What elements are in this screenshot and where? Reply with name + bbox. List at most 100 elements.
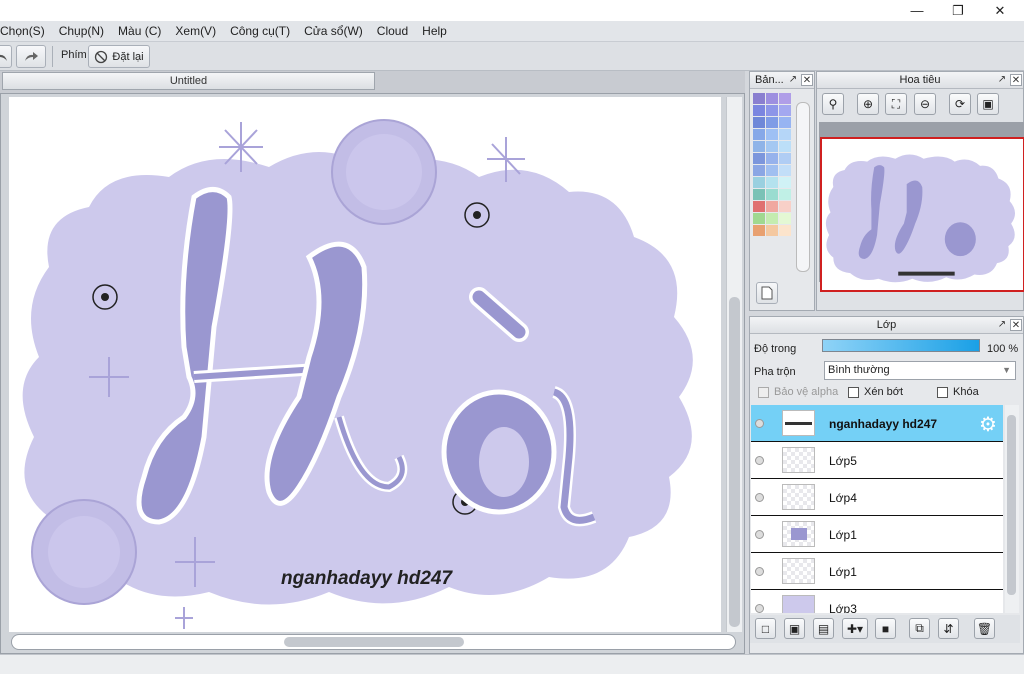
color-swatch[interactable]	[779, 93, 791, 104]
layer-row[interactable]: nganhadayy hd247 ⚙	[751, 405, 1003, 442]
color-swatch[interactable]	[766, 177, 778, 188]
color-swatch[interactable]	[766, 141, 778, 152]
fit-button[interactable]: ⛶	[885, 93, 907, 115]
color-swatch[interactable]	[779, 189, 791, 200]
new-palette-button[interactable]	[756, 282, 778, 304]
zoom-out-button[interactable]: ⊖	[914, 93, 936, 115]
lock-checkbox[interactable]: Khóa	[937, 386, 979, 398]
color-swatch[interactable]	[766, 201, 778, 212]
menu-view[interactable]: Xem(V)	[168, 24, 223, 38]
delete-layer-button[interactable]: 🗑	[974, 618, 995, 639]
opacity-slider[interactable]	[822, 339, 980, 352]
color-swatch[interactable]	[753, 117, 765, 128]
visibility-icon[interactable]	[755, 604, 764, 613]
color-swatch[interactable]	[766, 165, 778, 176]
layer-list-scrollbar[interactable]	[1005, 405, 1019, 613]
rotate-button[interactable]: ⟳	[949, 93, 971, 115]
menu-tools[interactable]: Công cụ(T)	[223, 24, 297, 38]
color-swatch[interactable]	[779, 165, 791, 176]
close-panel-icon[interactable]: ✕	[1010, 74, 1022, 86]
visibility-icon[interactable]	[755, 530, 764, 539]
new-vector-layer-button[interactable]: ▣	[784, 618, 805, 639]
color-swatch[interactable]	[766, 129, 778, 140]
color-swatch[interactable]	[753, 225, 765, 236]
layer-row[interactable]: Lớp3	[751, 590, 1003, 613]
color-swatch[interactable]	[766, 225, 778, 236]
undo-button[interactable]	[0, 45, 12, 68]
visibility-icon[interactable]	[755, 567, 764, 576]
scroll-thumb[interactable]	[284, 637, 464, 647]
blend-mode-select[interactable]: Bình thường ▼	[824, 361, 1016, 380]
color-swatch[interactable]	[753, 165, 765, 176]
canvas[interactable]: nganhadayy hd247	[9, 97, 721, 632]
color-swatch[interactable]	[753, 93, 765, 104]
color-swatch[interactable]	[779, 117, 791, 128]
color-swatch[interactable]	[779, 201, 791, 212]
navigator-view[interactable]	[819, 122, 1024, 292]
layer-row[interactable]: Lớp1	[751, 516, 1003, 553]
visibility-icon[interactable]	[755, 456, 764, 465]
color-swatch[interactable]	[753, 105, 765, 116]
new-layer-button[interactable]: □	[755, 618, 776, 639]
color-swatch[interactable]	[753, 153, 765, 164]
clipping-checkbox[interactable]: Xén bớt	[848, 386, 903, 398]
canvas-vertical-scrollbar[interactable]	[726, 97, 742, 632]
color-swatch[interactable]	[766, 117, 778, 128]
layer-row[interactable]: Lớp5	[751, 442, 1003, 479]
color-swatch[interactable]	[753, 177, 765, 188]
protect-alpha-checkbox[interactable]: Bảo vệ alpha	[758, 386, 838, 398]
restore-icon[interactable]: ❐	[938, 0, 978, 21]
color-swatch[interactable]	[766, 153, 778, 164]
menu-window[interactable]: Cửa sổ(W)	[297, 24, 370, 38]
add-layer-menu-button[interactable]: ✚▾	[842, 618, 868, 639]
popout-icon[interactable]: ↗	[787, 74, 799, 86]
layer-row[interactable]: Lớp1	[751, 553, 1003, 590]
color-swatch[interactable]	[753, 141, 765, 152]
color-swatch[interactable]	[779, 129, 791, 140]
color-swatch[interactable]	[779, 225, 791, 236]
menu-select[interactable]: Chọn(S)	[0, 24, 52, 38]
gear-icon[interactable]: ⚙	[979, 412, 997, 437]
color-swatch[interactable]	[766, 93, 778, 104]
scroll-thumb[interactable]	[729, 297, 740, 627]
menu-cloud[interactable]: Cloud	[370, 24, 415, 38]
color-swatch[interactable]	[766, 105, 778, 116]
zoom-in-button[interactable]: ⊕	[857, 93, 879, 115]
merge-layer-button[interactable]: ⇵	[938, 618, 959, 639]
popout-icon[interactable]: ↗	[996, 319, 1008, 331]
popout-icon[interactable]: ↗	[996, 74, 1008, 86]
color-swatch[interactable]	[766, 189, 778, 200]
color-swatch[interactable]	[753, 213, 765, 224]
visibility-icon[interactable]	[755, 419, 764, 428]
redo-button[interactable]	[16, 45, 46, 68]
color-swatch[interactable]	[779, 105, 791, 116]
reset-button[interactable]: Đặt lại	[88, 45, 150, 68]
close-panel-icon[interactable]: ✕	[801, 74, 813, 86]
zoom-actual-button[interactable]: ⚲	[822, 93, 844, 115]
color-swatch[interactable]	[753, 189, 765, 200]
color-swatch[interactable]	[779, 141, 791, 152]
menu-help[interactable]: Help	[415, 24, 454, 38]
close-panel-icon[interactable]: ✕	[1010, 319, 1022, 331]
document-tab[interactable]: Untitled	[2, 72, 375, 90]
menu-color[interactable]: Màu (C)	[111, 24, 168, 38]
minimize-icon[interactable]: —	[897, 0, 937, 21]
palette-scrollbar[interactable]	[796, 102, 810, 272]
color-swatch[interactable]	[779, 177, 791, 188]
flip-button[interactable]: ▣	[977, 93, 999, 115]
copy-layer-button[interactable]: ⧉	[909, 618, 930, 639]
scroll-thumb[interactable]	[1007, 415, 1016, 595]
color-swatch[interactable]	[766, 213, 778, 224]
visibility-icon[interactable]	[755, 493, 764, 502]
layer-row[interactable]: Lớp4	[751, 479, 1003, 516]
keys-label[interactable]: Phím	[61, 49, 87, 61]
canvas-horizontal-scrollbar[interactable]	[11, 634, 736, 650]
new-folder-button[interactable]: ■	[875, 618, 896, 639]
color-swatch[interactable]	[779, 213, 791, 224]
close-icon[interactable]: ✕	[980, 0, 1020, 21]
color-swatch[interactable]	[753, 129, 765, 140]
color-swatch[interactable]	[779, 153, 791, 164]
new-1bit-layer-button[interactable]: ▤	[813, 618, 834, 639]
color-swatch[interactable]	[753, 201, 765, 212]
menu-capture[interactable]: Chụp(N)	[52, 24, 111, 38]
